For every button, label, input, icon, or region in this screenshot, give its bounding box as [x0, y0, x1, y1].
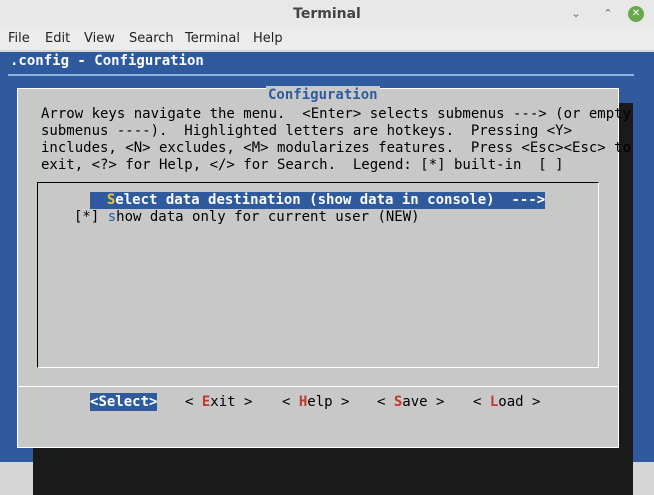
help-line: Arrow keys navigate the menu. <Enter> se… [41, 106, 632, 122]
maximize-icon[interactable]: ⌃ [600, 6, 616, 22]
exit-button[interactable]: < Exit > [185, 393, 252, 411]
button-bracket: < [377, 394, 394, 410]
menu-item-checkbox: [*] [74, 209, 108, 225]
button-label: elp > [307, 394, 350, 410]
menu-item-select-data-destination[interactable]: Select data destination (show data in co… [90, 192, 546, 209]
menu-view[interactable]: View [84, 28, 115, 50]
dialog-caption: Configuration [266, 86, 380, 104]
menuconfig-title: .config - Configuration [10, 53, 204, 69]
button-label: ave > [402, 394, 445, 410]
button-bracket: < [473, 394, 490, 410]
button-bracket: < [282, 394, 299, 410]
window-title: Terminal [293, 6, 361, 22]
button-bracket: < [185, 394, 202, 410]
button-divider [18, 386, 618, 387]
menu-item-label: how data only for current user (NEW) [116, 209, 420, 225]
menu-item-prefix [90, 192, 107, 208]
menu-search[interactable]: Search [129, 28, 174, 50]
button-bracket: > [149, 394, 158, 410]
button-row: <Select> < Exit > < Help > < Save > < Lo… [18, 393, 618, 413]
button-label: xit > [210, 394, 253, 410]
button-label: Select [98, 394, 150, 410]
save-button[interactable]: < Save > [377, 393, 444, 411]
menu-edit[interactable]: Edit [45, 28, 70, 50]
menu-item-label: elect data destination (show data in con… [115, 192, 546, 208]
menu-terminal[interactable]: Terminal [185, 28, 240, 50]
window-titlebar[interactable]: Terminal ⌄ ⌃ ✕ [0, 0, 654, 29]
help-line: includes, <N> excludes, <M> modularizes … [41, 140, 632, 156]
menu-bar: File Edit View Search Terminal Help [0, 28, 654, 50]
menu-item-show-current-user[interactable]: [*] show data only for current user (NEW… [74, 209, 420, 226]
menu-help[interactable]: Help [253, 28, 283, 50]
button-label: oad > [498, 394, 541, 410]
help-text: Arrow keys navigate the menu. <Enter> se… [41, 106, 632, 174]
menu-item-hotkey: s [107, 209, 117, 225]
menu-file[interactable]: File [8, 28, 30, 50]
minimize-icon[interactable]: ⌄ [568, 6, 584, 22]
close-icon[interactable]: ✕ [628, 6, 644, 22]
load-button[interactable]: < Load > [473, 393, 540, 411]
menu-list: Select data destination (show data in co… [37, 182, 599, 368]
help-button[interactable]: < Help > [282, 393, 349, 411]
help-line: exit, <?> for Help, </> for Search. Lege… [41, 157, 564, 173]
config-dialog: Configuration Arrow keys navigate the me… [17, 86, 632, 448]
terminal-area[interactable]: .config - Configuration Configuration Ar… [0, 52, 654, 495]
title-divider [8, 74, 634, 76]
help-line: submenus ----). Highlighted letters are … [41, 123, 573, 139]
select-button[interactable]: <Select> [90, 393, 158, 411]
